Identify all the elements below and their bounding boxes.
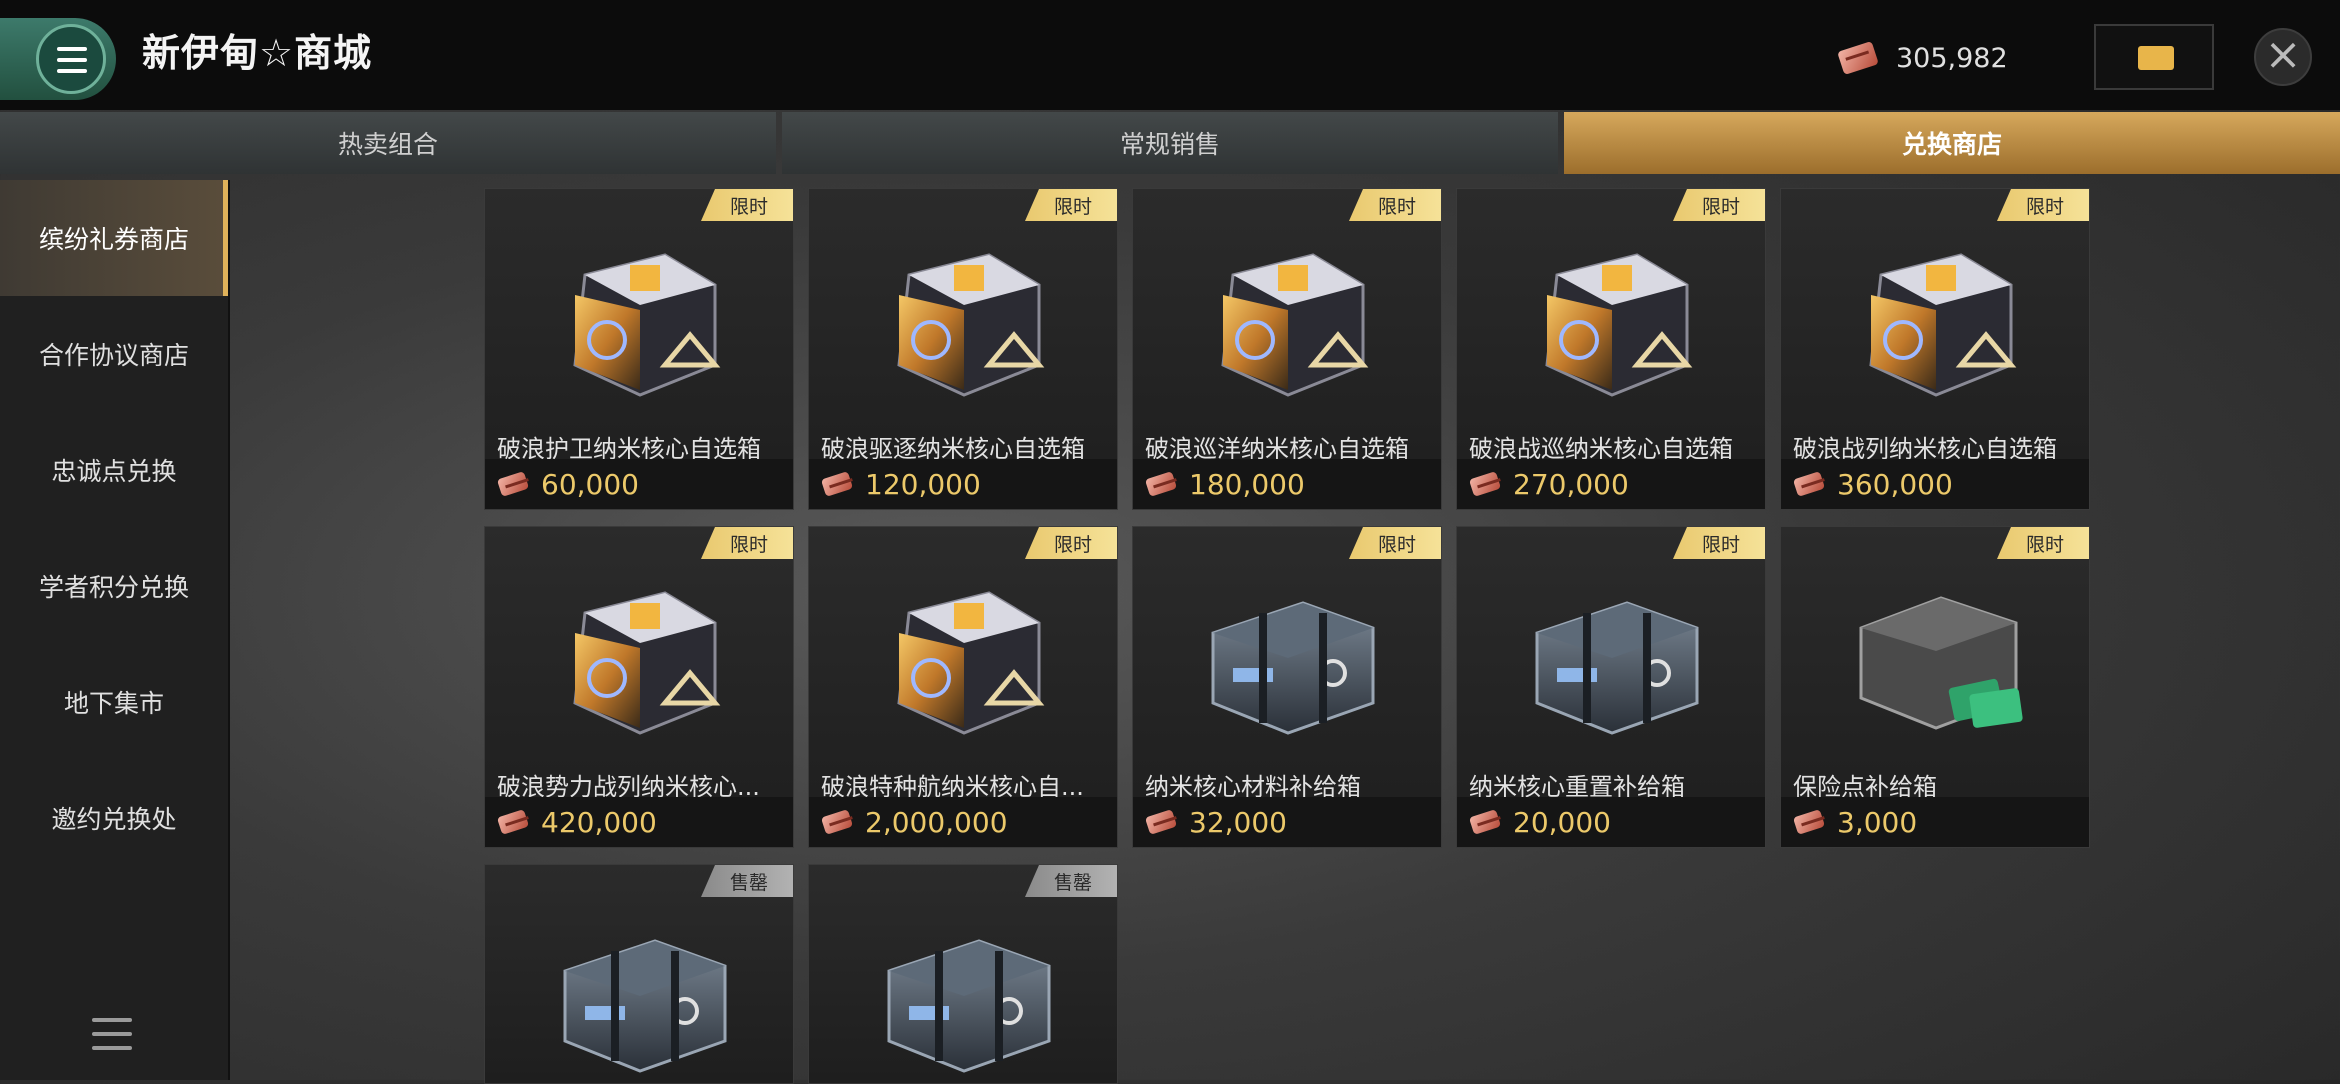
currency-value: 305,982: [1896, 42, 2008, 74]
item-price: 3,000: [1837, 805, 1918, 839]
limited-time-badge: 限时: [1349, 527, 1441, 559]
tab-bar: 热卖组合 常规销售 兑换商店: [0, 112, 2340, 174]
item-price: 60,000: [541, 467, 639, 501]
close-button[interactable]: ×: [2254, 28, 2312, 86]
sidebar: 缤纷礼券商店 合作协议商店 忠诚点兑换 学者积分兑换 地下集市 邀约兑换处: [0, 180, 230, 1080]
list-menu-icon[interactable]: [92, 1018, 132, 1054]
limited-time-badge: 限时: [701, 527, 793, 559]
price-row: 180,000: [1133, 459, 1441, 509]
nano-core-cube-icon: [1841, 235, 2031, 405]
insurance-crate-icon: [1841, 573, 2031, 743]
price-row: 120,000: [809, 459, 1117, 509]
hamburger-icon: [36, 24, 106, 94]
price-row: 420,000: [485, 797, 793, 847]
item-price: 420,000: [541, 805, 657, 839]
limited-time-badge: 限时: [1025, 527, 1117, 559]
shop-item-card[interactable]: 限时 纳米核心材料补给箱 32,000: [1132, 526, 1442, 848]
sidebar-item-coupon-shop[interactable]: 缤纷礼券商店: [0, 180, 228, 296]
coupon-ticket-icon: [1468, 471, 1502, 497]
price-row: 20,000: [1457, 797, 1765, 847]
sidebar-item-invite-exchange[interactable]: 邀约兑换处: [0, 760, 228, 876]
price-row: 2,000,000: [809, 797, 1117, 847]
shop-item-card[interactable]: 限时 破浪护卫纳米核心自选箱 60,000: [484, 188, 794, 510]
tab-exchange-shop[interactable]: 兑换商店: [1564, 112, 2340, 174]
coupon-ticket-icon: [496, 809, 530, 835]
item-price: 2,000,000: [865, 805, 1008, 839]
sidebar-item-loyalty-exchange[interactable]: 忠诚点兑换: [0, 412, 228, 528]
nano-core-cube-icon: [545, 235, 735, 405]
shop-item-card[interactable]: 售罄: [808, 864, 1118, 1084]
currency-display: 305,982: [1837, 36, 2008, 80]
nano-core-cube-icon: [545, 573, 735, 743]
main-menu-button[interactable]: [0, 18, 116, 100]
shop-item-card[interactable]: 限时 破浪战巡纳米核心自选箱 270,000: [1456, 188, 1766, 510]
shop-item-card[interactable]: 限时 破浪势力战列纳米核心... 420,000: [484, 526, 794, 848]
nano-core-cube-icon: [1517, 235, 1707, 405]
tab-hot-bundles[interactable]: 热卖组合: [0, 112, 776, 174]
coupon-ticket-icon: [496, 471, 530, 497]
coupon-pass-button[interactable]: [2094, 24, 2214, 90]
sidebar-item-scholar-exchange[interactable]: 学者积分兑换: [0, 528, 228, 644]
shop-item-card[interactable]: 限时 破浪战列纳米核心自选箱 360,000: [1780, 188, 2090, 510]
shop-item-card[interactable]: 限时 保险点补给箱 3,000: [1780, 526, 2090, 848]
coupon-ticket-icon: [1468, 809, 1502, 835]
sidebar-item-underground-market[interactable]: 地下集市: [0, 644, 228, 760]
nano-core-cube-icon: [869, 235, 1059, 405]
limited-time-badge: 限时: [1673, 527, 1765, 559]
shop-item-card[interactable]: 限时 破浪巡洋纳米核心自选箱 180,000: [1132, 188, 1442, 510]
shop-item-card[interactable]: 限时 纳米核心重置补给箱 20,000: [1456, 526, 1766, 848]
price-row: 32,000: [1133, 797, 1441, 847]
coupon-ticket-icon: [820, 471, 854, 497]
ticket-icon: [2138, 46, 2174, 70]
shop-item-card[interactable]: 售罄: [484, 864, 794, 1084]
price-row: 270,000: [1457, 459, 1765, 509]
limited-time-badge: 限时: [701, 189, 793, 221]
item-price: 32,000: [1189, 805, 1287, 839]
coupon-ticket-icon: [1837, 41, 1879, 75]
sold-out-badge: 售罄: [701, 865, 793, 897]
limited-time-badge: 限时: [1997, 189, 2089, 221]
coupon-ticket-icon: [1792, 809, 1826, 835]
coupon-ticket-icon: [1144, 809, 1178, 835]
limited-time-badge: 限时: [1349, 189, 1441, 221]
top-bar: 新伊甸☆商城 305,982 ×: [0, 0, 2340, 110]
item-price: 20,000: [1513, 805, 1611, 839]
nano-core-cube-icon: [1193, 235, 1383, 405]
supply-crate-icon: [869, 911, 1059, 1081]
price-row: 3,000: [1781, 797, 2089, 847]
price-row: 60,000: [485, 459, 793, 509]
supply-crate-icon: [545, 911, 735, 1081]
shop-item-card[interactable]: 限时 破浪驱逐纳米核心自选箱 120,000: [808, 188, 1118, 510]
nano-core-cube-icon: [869, 573, 1059, 743]
page-title: 新伊甸☆商城: [142, 31, 373, 75]
item-price: 180,000: [1189, 467, 1305, 501]
limited-time-badge: 限时: [1673, 189, 1765, 221]
item-price: 360,000: [1837, 467, 1953, 501]
coupon-ticket-icon: [820, 809, 854, 835]
supply-crate-icon: [1517, 573, 1707, 743]
close-icon: ×: [2264, 29, 2302, 80]
price-row: 360,000: [1781, 459, 2089, 509]
coupon-ticket-icon: [1792, 471, 1826, 497]
limited-time-badge: 限时: [1025, 189, 1117, 221]
tab-regular-sales[interactable]: 常规销售: [782, 112, 1558, 174]
item-price: 270,000: [1513, 467, 1629, 501]
shop-item-card[interactable]: 限时 破浪特种航纳米核心自... 2,000,000: [808, 526, 1118, 848]
sold-out-badge: 售罄: [1025, 865, 1117, 897]
item-price: 120,000: [865, 467, 981, 501]
sidebar-item-partner-shop[interactable]: 合作协议商店: [0, 296, 228, 412]
supply-crate-icon: [1193, 573, 1383, 743]
limited-time-badge: 限时: [1997, 527, 2089, 559]
coupon-ticket-icon: [1144, 471, 1178, 497]
